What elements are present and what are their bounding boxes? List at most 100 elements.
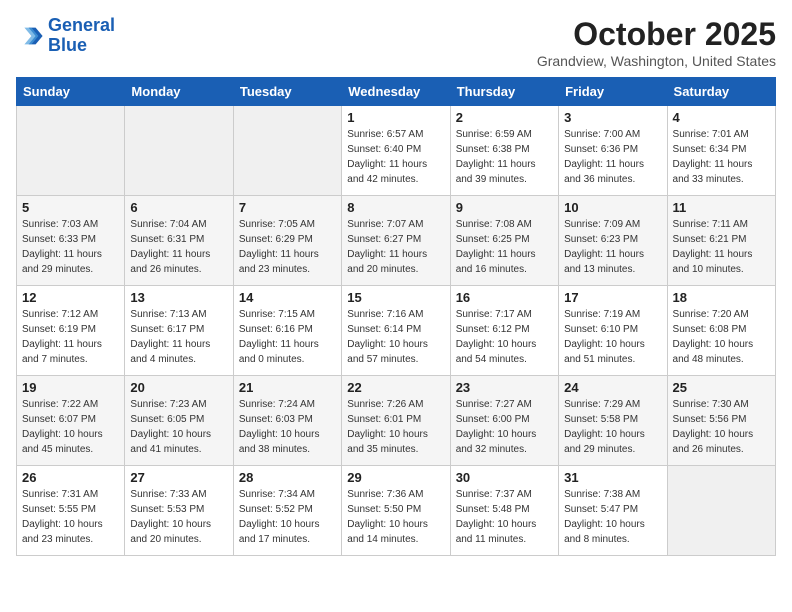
- calendar-cell: 4 Sunrise: 7:01 AM Sunset: 6:34 PM Daylig…: [667, 106, 775, 196]
- calendar-cell: 15 Sunrise: 7:16 AM Sunset: 6:14 PM Dayli…: [342, 286, 450, 376]
- calendar-cell: 30 Sunrise: 7:37 AM Sunset: 5:48 PM Dayli…: [450, 466, 558, 556]
- cell-date-number: 2: [456, 110, 553, 125]
- title-block: October 2025 Grandview, Washington, Unit…: [537, 16, 776, 69]
- cell-info: Sunrise: 7:26 AM Sunset: 6:01 PM Dayligh…: [347, 397, 444, 457]
- cell-info: Sunrise: 7:38 AM Sunset: 5:47 PM Dayligh…: [564, 487, 661, 547]
- cell-info: Sunrise: 7:34 AM Sunset: 5:52 PM Dayligh…: [239, 487, 336, 547]
- cell-date-number: 30: [456, 470, 553, 485]
- page-header: General Blue October 2025 Grandview, Was…: [16, 16, 776, 69]
- cell-date-number: 24: [564, 380, 661, 395]
- cell-date-number: 20: [130, 380, 227, 395]
- cell-info: Sunrise: 7:04 AM Sunset: 6:31 PM Dayligh…: [130, 217, 227, 277]
- calendar-cell: 25 Sunrise: 7:30 AM Sunset: 5:56 PM Dayli…: [667, 376, 775, 466]
- calendar-cell: 5 Sunrise: 7:03 AM Sunset: 6:33 PM Daylig…: [17, 196, 125, 286]
- calendar-table: SundayMondayTuesdayWednesdayThursdayFrid…: [16, 77, 776, 556]
- cell-info: Sunrise: 7:20 AM Sunset: 6:08 PM Dayligh…: [673, 307, 770, 367]
- cell-date-number: 7: [239, 200, 336, 215]
- cell-info: Sunrise: 7:15 AM Sunset: 6:16 PM Dayligh…: [239, 307, 336, 367]
- header-day: Friday: [559, 78, 667, 106]
- calendar-cell: 1Sunrise: 6:57 AM Sunset: 6:40 PM Daylig…: [342, 106, 450, 196]
- header-day: Sunday: [17, 78, 125, 106]
- calendar-cell: 23Sunrise: 7:27 AM Sunset: 6:00 PM Dayli…: [450, 376, 558, 466]
- cell-date-number: 13: [130, 290, 227, 305]
- calendar-cell: 28 Sunrise: 7:34 AM Sunset: 5:52 PM Dayli…: [233, 466, 341, 556]
- cell-info: Sunrise: 7:16 AM Sunset: 6:14 PM Dayligh…: [347, 307, 444, 367]
- cell-info: Sunrise: 7:00 AM Sunset: 6:36 PM Dayligh…: [564, 127, 661, 187]
- calendar-week: 26 Sunrise: 7:31 AM Sunset: 5:55 PM Dayli…: [17, 466, 776, 556]
- month-title: October 2025: [537, 16, 776, 53]
- calendar-cell: [17, 106, 125, 196]
- calendar-cell: 14 Sunrise: 7:15 AM Sunset: 6:16 PM Dayli…: [233, 286, 341, 376]
- calendar-cell: [667, 466, 775, 556]
- header-day: Monday: [125, 78, 233, 106]
- cell-info: Sunrise: 6:57 AM Sunset: 6:40 PM Dayligh…: [347, 127, 444, 187]
- calendar-cell: [233, 106, 341, 196]
- calendar-cell: 31Sunrise: 7:38 AM Sunset: 5:47 PM Dayli…: [559, 466, 667, 556]
- cell-info: Sunrise: 7:30 AM Sunset: 5:56 PM Dayligh…: [673, 397, 770, 457]
- calendar-cell: 13Sunrise: 7:13 AM Sunset: 6:17 PM Dayli…: [125, 286, 233, 376]
- cell-info: Sunrise: 7:37 AM Sunset: 5:48 PM Dayligh…: [456, 487, 553, 547]
- cell-date-number: 4: [673, 110, 770, 125]
- cell-date-number: 26: [22, 470, 119, 485]
- cell-date-number: 8: [347, 200, 444, 215]
- cell-date-number: 28: [239, 470, 336, 485]
- cell-date-number: 21: [239, 380, 336, 395]
- cell-info: Sunrise: 7:07 AM Sunset: 6:27 PM Dayligh…: [347, 217, 444, 277]
- header-row: SundayMondayTuesdayWednesdayThursdayFrid…: [17, 78, 776, 106]
- calendar-cell: 17Sunrise: 7:19 AM Sunset: 6:10 PM Dayli…: [559, 286, 667, 376]
- calendar-cell: 6 Sunrise: 7:04 AM Sunset: 6:31 PM Daylig…: [125, 196, 233, 286]
- calendar-cell: 8 Sunrise: 7:07 AM Sunset: 6:27 PM Daylig…: [342, 196, 450, 286]
- header-day: Tuesday: [233, 78, 341, 106]
- cell-date-number: 14: [239, 290, 336, 305]
- header-day: Saturday: [667, 78, 775, 106]
- calendar-cell: 22Sunrise: 7:26 AM Sunset: 6:01 PM Dayli…: [342, 376, 450, 466]
- calendar-header: SundayMondayTuesdayWednesdayThursdayFrid…: [17, 78, 776, 106]
- calendar-cell: 18Sunrise: 7:20 AM Sunset: 6:08 PM Dayli…: [667, 286, 775, 376]
- calendar-cell: 10Sunrise: 7:09 AM Sunset: 6:23 PM Dayli…: [559, 196, 667, 286]
- cell-info: Sunrise: 7:09 AM Sunset: 6:23 PM Dayligh…: [564, 217, 661, 277]
- location: Grandview, Washington, United States: [537, 53, 776, 69]
- calendar-cell: 9Sunrise: 7:08 AM Sunset: 6:25 PM Daylig…: [450, 196, 558, 286]
- cell-info: Sunrise: 7:24 AM Sunset: 6:03 PM Dayligh…: [239, 397, 336, 457]
- cell-info: Sunrise: 7:03 AM Sunset: 6:33 PM Dayligh…: [22, 217, 119, 277]
- cell-date-number: 16: [456, 290, 553, 305]
- calendar-cell: 24 Sunrise: 7:29 AM Sunset: 5:58 PM Dayli…: [559, 376, 667, 466]
- cell-date-number: 3: [564, 110, 661, 125]
- calendar-cell: 11 Sunrise: 7:11 AM Sunset: 6:21 PM Dayli…: [667, 196, 775, 286]
- cell-info: Sunrise: 6:59 AM Sunset: 6:38 PM Dayligh…: [456, 127, 553, 187]
- calendar-cell: 29Sunrise: 7:36 AM Sunset: 5:50 PM Dayli…: [342, 466, 450, 556]
- calendar-week: 19Sunrise: 7:22 AM Sunset: 6:07 PM Dayli…: [17, 376, 776, 466]
- calendar-body: 1Sunrise: 6:57 AM Sunset: 6:40 PM Daylig…: [17, 106, 776, 556]
- cell-date-number: 25: [673, 380, 770, 395]
- calendar-cell: 16Sunrise: 7:17 AM Sunset: 6:12 PM Dayli…: [450, 286, 558, 376]
- calendar-cell: 12Sunrise: 7:12 AM Sunset: 6:19 PM Dayli…: [17, 286, 125, 376]
- cell-info: Sunrise: 7:01 AM Sunset: 6:34 PM Dayligh…: [673, 127, 770, 187]
- cell-date-number: 11: [673, 200, 770, 215]
- cell-date-number: 23: [456, 380, 553, 395]
- calendar-cell: 2 Sunrise: 6:59 AM Sunset: 6:38 PM Daylig…: [450, 106, 558, 196]
- cell-info: Sunrise: 7:31 AM Sunset: 5:55 PM Dayligh…: [22, 487, 119, 547]
- cell-info: Sunrise: 7:08 AM Sunset: 6:25 PM Dayligh…: [456, 217, 553, 277]
- cell-info: Sunrise: 7:23 AM Sunset: 6:05 PM Dayligh…: [130, 397, 227, 457]
- header-day: Thursday: [450, 78, 558, 106]
- calendar-cell: 7 Sunrise: 7:05 AM Sunset: 6:29 PM Daylig…: [233, 196, 341, 286]
- calendar-cell: 27 Sunrise: 7:33 AM Sunset: 5:53 PM Dayli…: [125, 466, 233, 556]
- cell-date-number: 27: [130, 470, 227, 485]
- header-day: Wednesday: [342, 78, 450, 106]
- cell-info: Sunrise: 7:11 AM Sunset: 6:21 PM Dayligh…: [673, 217, 770, 277]
- calendar-cell: 20 Sunrise: 7:23 AM Sunset: 6:05 PM Dayli…: [125, 376, 233, 466]
- cell-info: Sunrise: 7:36 AM Sunset: 5:50 PM Dayligh…: [347, 487, 444, 547]
- cell-date-number: 5: [22, 200, 119, 215]
- cell-date-number: 12: [22, 290, 119, 305]
- calendar-cell: 21 Sunrise: 7:24 AM Sunset: 6:03 PM Dayli…: [233, 376, 341, 466]
- cell-info: Sunrise: 7:33 AM Sunset: 5:53 PM Dayligh…: [130, 487, 227, 547]
- cell-info: Sunrise: 7:05 AM Sunset: 6:29 PM Dayligh…: [239, 217, 336, 277]
- calendar-cell: 3 Sunrise: 7:00 AM Sunset: 6:36 PM Daylig…: [559, 106, 667, 196]
- calendar-week: 12Sunrise: 7:12 AM Sunset: 6:19 PM Dayli…: [17, 286, 776, 376]
- calendar-cell: [125, 106, 233, 196]
- calendar-cell: 19Sunrise: 7:22 AM Sunset: 6:07 PM Dayli…: [17, 376, 125, 466]
- cell-date-number: 6: [130, 200, 227, 215]
- cell-info: Sunrise: 7:22 AM Sunset: 6:07 PM Dayligh…: [22, 397, 119, 457]
- cell-info: Sunrise: 7:29 AM Sunset: 5:58 PM Dayligh…: [564, 397, 661, 457]
- cell-date-number: 15: [347, 290, 444, 305]
